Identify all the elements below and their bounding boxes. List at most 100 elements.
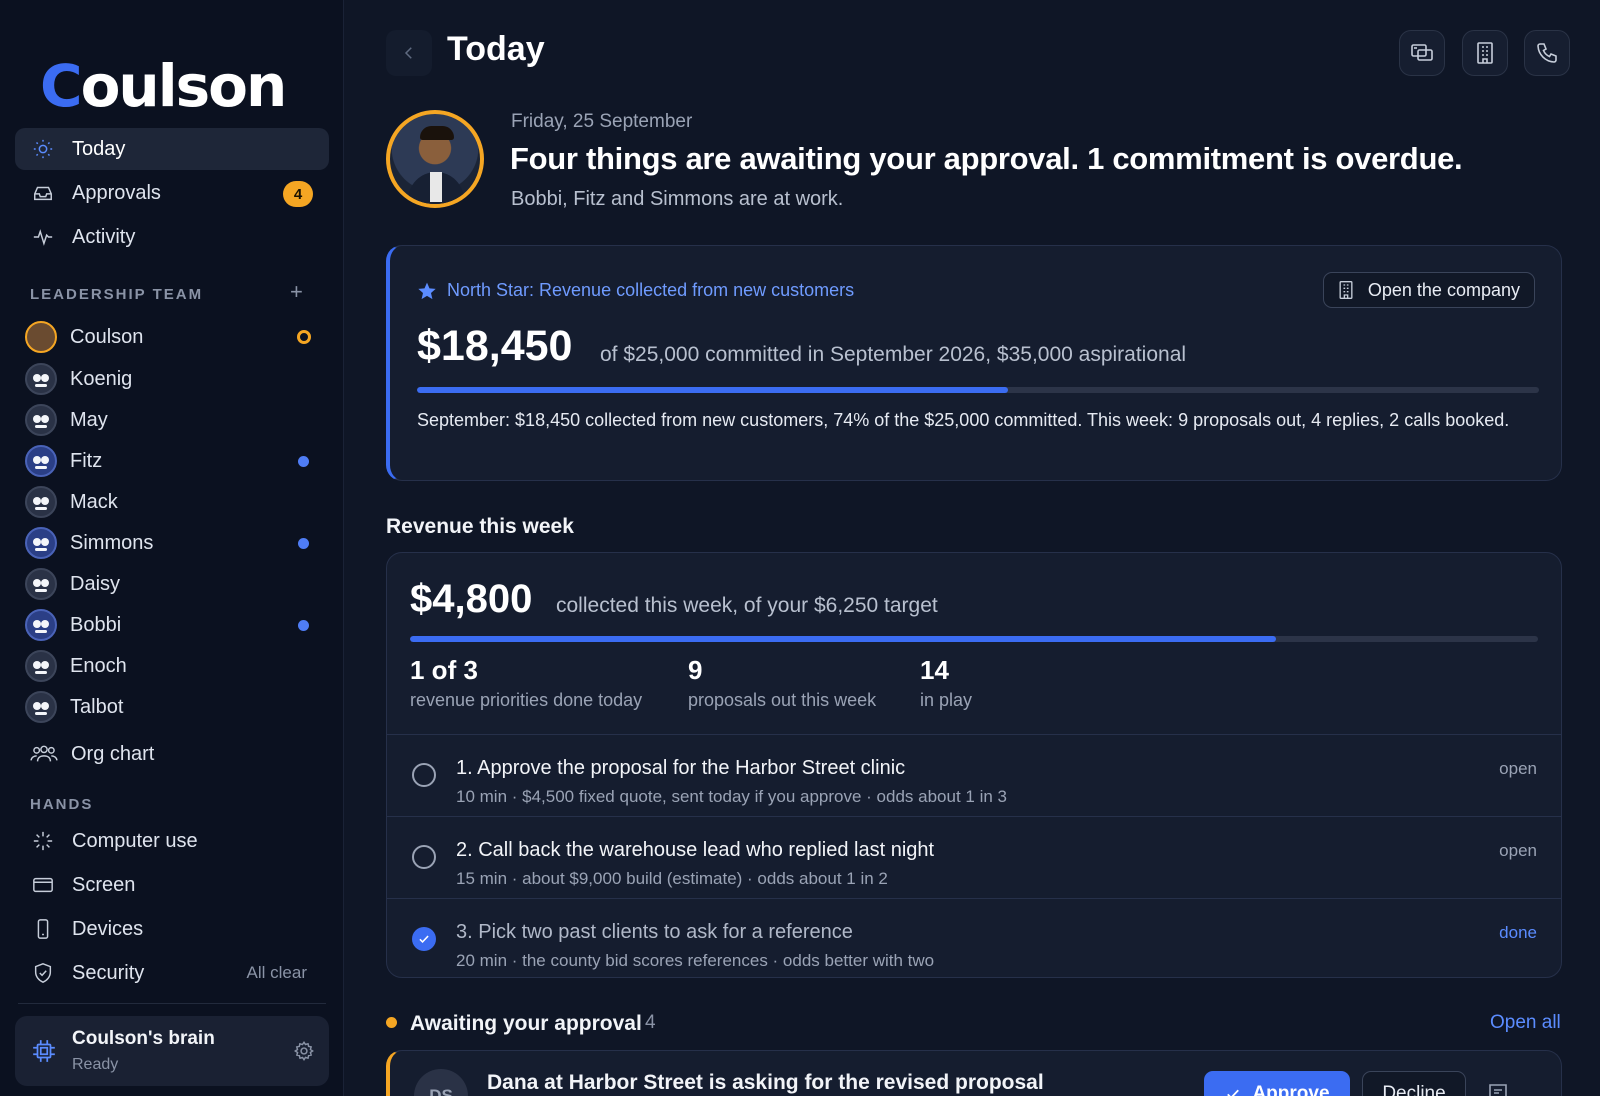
star-icon [418,282,436,299]
leadership-team-label: LEADERSHIP TEAM [30,286,204,303]
north-star-progress [417,387,1539,393]
status-ring-indicator [297,330,311,344]
revenue-section-title: Revenue this week [386,515,574,538]
nav-label: Screen [72,873,136,896]
revenue-progress [410,636,1538,642]
team-member-name: Bobbi [70,613,122,636]
priority-row[interactable]: 1. Approve the proposal for the Harbor S… [387,734,1561,816]
chevron-left-icon [404,47,412,59]
north-star-title: North Star: Revenue collected from new c… [417,280,854,301]
team-item-coulson[interactable]: Coulson [15,318,329,356]
awaiting-approval-title: Awaiting your approval [410,1012,642,1035]
nav-label: Devices [72,917,144,940]
team-member-name: Fitz [70,449,103,472]
team-item-bobbi[interactable]: Bobbi [15,606,329,644]
nav-org-chart[interactable]: Org chart [15,733,329,775]
revenue-amount: $4,800 [410,577,533,621]
team-member-name: Koenig [70,367,133,390]
team-member-name: Coulson [70,325,144,348]
brain-title: Coulson's brain [72,1028,215,1049]
priority-title: 1. Approve the proposal for the Harbor S… [456,757,906,779]
priority-status: open [1499,841,1537,860]
decline-button[interactable]: Decline [1362,1071,1466,1096]
priority-status: done [1499,923,1537,942]
call-button[interactable] [1524,30,1570,76]
priority-status: open [1499,759,1537,778]
page-title: Today [447,30,545,68]
building-icon [1477,42,1493,64]
screens-icon [1411,44,1433,61]
active-status-dot [298,455,309,467]
comment-icon[interactable] [1486,1081,1512,1096]
team-member-name: Simmons [70,531,154,554]
brain-panel[interactable]: Coulson's brain Ready [15,1016,329,1086]
date-line: Friday, 25 September [511,111,693,132]
nav-devices[interactable]: Devices [15,908,329,950]
north-star-label: North Star: Revenue collected from new c… [447,280,855,300]
north-star-amount: $18,450 [417,322,573,370]
sidebar: Coulson Today Approvals 4 Activity LEADE… [0,0,344,1096]
avatar [25,568,57,600]
priority-checkbox[interactable] [412,845,436,869]
team-member-name: May [70,408,108,431]
priority-checkbox[interactable] [412,763,436,787]
nav-approvals[interactable]: Approvals 4 [15,172,329,214]
approvals-count-badge: 4 [283,181,313,207]
team-member-name: Talbot [70,695,124,718]
team-item-fitz[interactable]: Fitz [15,442,329,480]
avatar [25,404,57,436]
priority-row[interactable]: 3. Pick two past clients to ask for a re… [387,898,1561,980]
nav-computer-use[interactable]: Computer use [15,820,329,862]
stat-proposals: 9 proposals out this week [688,655,876,711]
team-item-daisy[interactable]: Daisy [15,565,329,603]
approval-card[interactable]: DS Dana at Harbor Street is asking for t… [386,1050,1562,1096]
open-company-label: Open the company [1367,279,1520,300]
stat-value: 9 [688,655,703,685]
add-team-member-button[interactable]: + [290,281,303,303]
priority-title: 2. Call back the warehouse lead who repl… [456,839,935,861]
nav-label: Approvals [72,181,161,204]
progress-fill [417,387,1009,393]
active-status-dot [298,619,309,631]
people-icon [25,741,63,767]
north-star-description: September: $18,450 collected from new cu… [417,410,1510,430]
app-logo[interactable]: Coulson [40,52,287,120]
avatar [25,650,57,682]
open-all-link[interactable]: Open all [1490,1012,1561,1034]
back-button[interactable] [386,30,432,76]
priority-meta: 10 min · $4,500 fixed quote, sent today … [456,787,1007,806]
nav-label: Org chart [71,742,155,765]
nav-security[interactable]: Security All clear [15,952,329,994]
team-item-mack[interactable]: Mack [15,483,329,521]
activity-icon [30,224,56,250]
headline: Four things are awaiting your approval. … [510,141,1463,176]
subline: Bobbi, Fitz and Simmons are at work. [511,188,844,210]
active-status-dot [298,537,309,549]
company-button[interactable] [1462,30,1508,76]
priority-meta: 15 min · about $9,000 build (estimate) ·… [456,869,888,888]
revenue-context: collected this week, of your $6,250 targ… [556,594,938,617]
team-item-talbot[interactable]: Talbot [15,688,329,726]
phone-device-icon [30,916,56,942]
nav-label: Today [72,137,126,160]
team-item-enoch[interactable]: Enoch [15,647,329,685]
stat-label: revenue priorities done today [410,690,643,710]
gear-icon[interactable] [293,1040,315,1062]
priority-checkbox-checked[interactable] [412,927,436,951]
team-item-may[interactable]: May [15,401,329,439]
approve-button[interactable]: Approve [1204,1071,1350,1096]
chip-icon [31,1038,57,1064]
avatar [25,321,57,353]
nav-screen[interactable]: Screen [15,864,329,906]
priority-title: 3. Pick two past clients to ask for a re… [456,921,853,943]
screens-button[interactable] [1399,30,1445,76]
avatar [25,691,57,723]
nav-activity[interactable]: Activity [15,216,329,258]
avatar [25,609,57,641]
team-item-koenig[interactable]: Koenig [15,360,329,398]
open-company-button[interactable]: Open the company [1322,272,1535,308]
team-item-simmons[interactable]: Simmons [15,524,329,562]
priority-row[interactable]: 2. Call back the warehouse lead who repl… [387,816,1561,898]
nav-today[interactable]: Today [15,128,329,170]
phone-icon [1537,43,1557,63]
